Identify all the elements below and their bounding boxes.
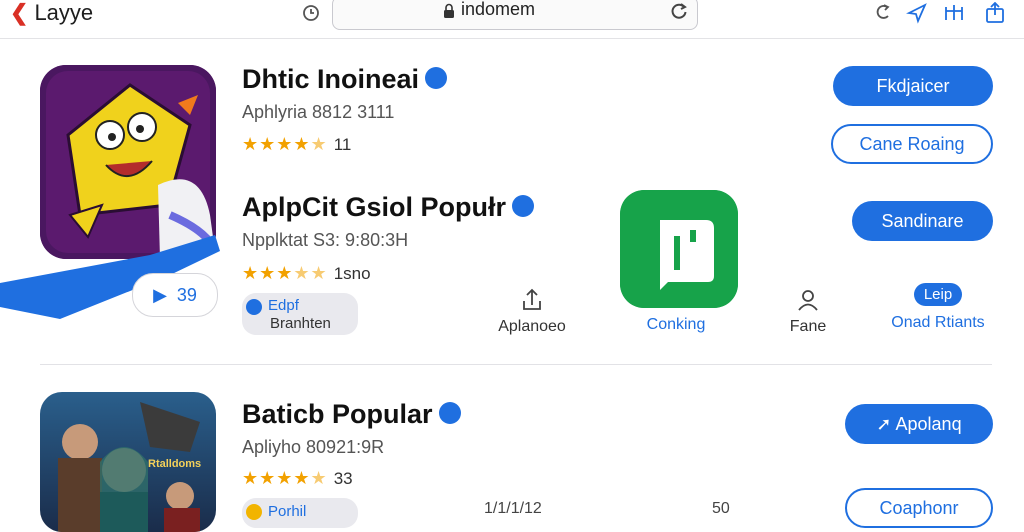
app-icon-cartoon[interactable] — [40, 65, 216, 259]
app-rating: ★★★★★ 11 — [242, 134, 352, 154]
app-title: Baticb Popular — [242, 399, 461, 430]
primary-button[interactable]: ➚ Apolanq — [845, 404, 993, 444]
play-button[interactable]: ▶ 39 — [132, 273, 218, 317]
app-subtitle: Npplktat S3: 9:80:3H — [242, 230, 409, 250]
chip-icon — [246, 299, 262, 315]
cartoon-character-icon — [40, 65, 216, 259]
lock-icon — [444, 3, 454, 18]
verified-badge-icon — [512, 194, 534, 217]
app-icon-poster[interactable]: Rtalldoms — [40, 392, 216, 532]
action-fane[interactable]: Fane — [772, 287, 844, 336]
top-bar: ❮ Layye indomem — [0, 0, 1024, 39]
secondary-button[interactable]: Cane Roaing — [831, 124, 993, 164]
action-connecting[interactable]: Conking — [630, 316, 722, 334]
stars-icon: ★★★★★ — [242, 468, 328, 488]
app-subtitle: Aphlyria 8812 3111 — [242, 102, 395, 122]
bookmarks-icon[interactable] — [943, 2, 965, 24]
share-icon[interactable] — [984, 2, 1006, 24]
upload-icon — [523, 288, 541, 310]
partial-label: 1/1/1/12 — [484, 500, 542, 517]
stars-icon: ★★★★★ — [242, 263, 328, 283]
history-icon[interactable] — [300, 2, 322, 24]
refresh-icon[interactable] — [669, 1, 689, 21]
green-app-icon[interactable] — [620, 190, 738, 308]
back-button[interactable]: ❮ Layye — [10, 0, 93, 26]
verified-badge-icon — [438, 401, 461, 424]
undo-icon[interactable] — [872, 2, 894, 24]
category-chip[interactable]: Porhil — [242, 498, 358, 528]
app-title: Dhtic Inoineai — [242, 64, 448, 95]
url-text: indomem — [461, 0, 536, 19]
address-bar[interactable]: indomem — [332, 0, 698, 30]
partial-label: 50 — [712, 500, 730, 517]
send-icon[interactable] — [906, 2, 928, 24]
chat-icon — [620, 190, 738, 308]
chevron-left-icon: ❮ — [10, 0, 29, 25]
chip-icon — [246, 504, 262, 520]
runner-icon: ➚ — [876, 413, 892, 434]
help-chip: Leip — [913, 283, 963, 306]
play-icon: ▶ — [153, 284, 167, 305]
back-label: Layye — [34, 0, 94, 25]
app-subtitle: Apliyho 80921:9R — [242, 437, 385, 457]
action-ratings[interactable]: Leip Onad Rtiants — [888, 283, 988, 332]
play-count: 39 — [176, 284, 197, 305]
app-rating: ★★★★★ 33 — [242, 468, 353, 488]
action-apply[interactable]: Aplanoeo — [486, 287, 578, 336]
app-rating: ★★★★★ 1sno — [242, 263, 371, 283]
verified-badge-icon — [425, 66, 448, 89]
primary-button[interactable]: Sandinare — [852, 201, 993, 241]
category-chip[interactable]: Edpf Branhten — [242, 293, 358, 335]
primary-button[interactable]: Fkdjaicer — [833, 66, 993, 106]
stars-icon: ★★★★★ — [242, 134, 328, 154]
secondary-button[interactable]: Coaphonr — [845, 488, 993, 528]
poster-text: Rtalldoms — [148, 458, 202, 470]
app-title: AplpCit Gsiol Popułr — [242, 192, 534, 223]
divider — [40, 364, 992, 365]
person-icon — [798, 290, 818, 311]
